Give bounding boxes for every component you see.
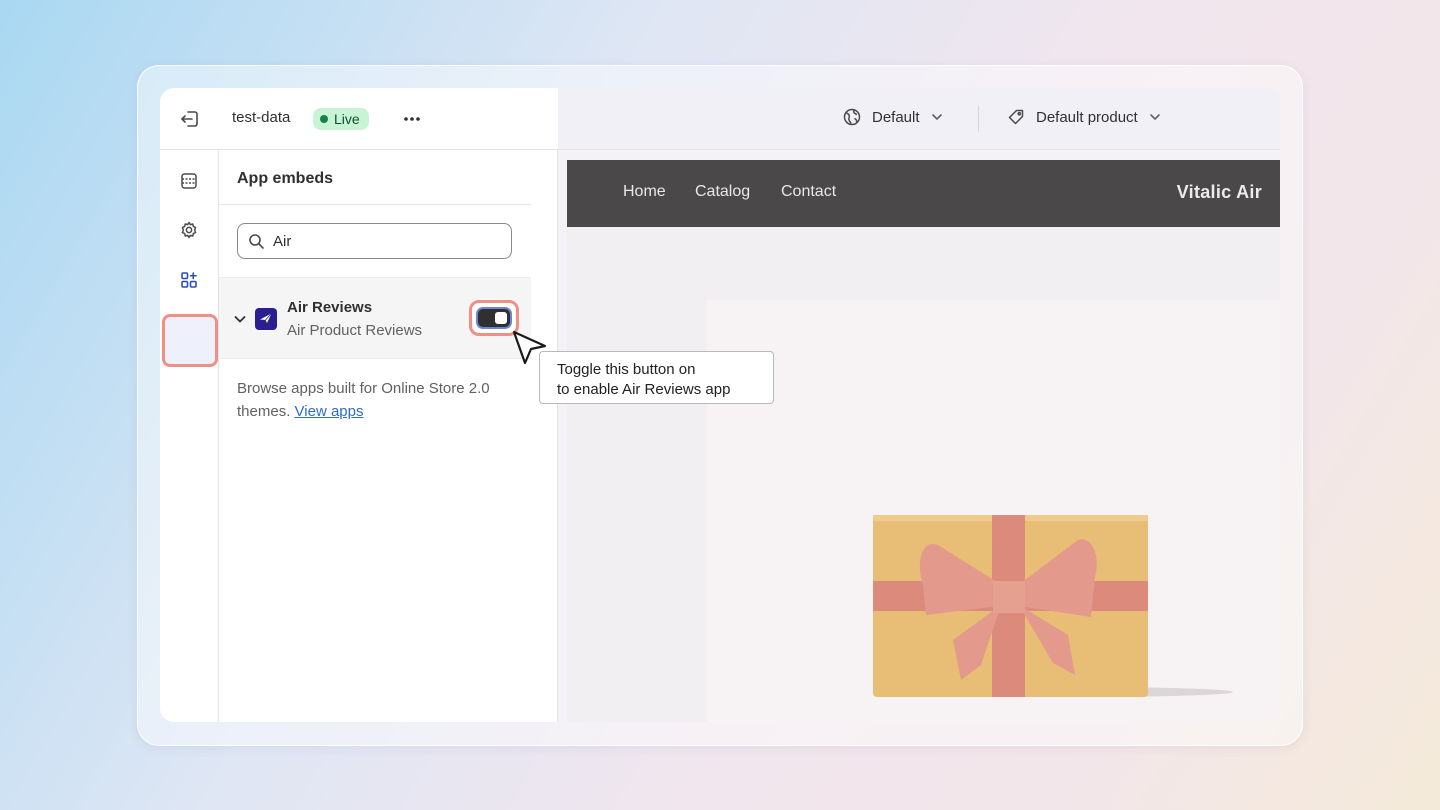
tooltip-line-2: to enable Air Reviews app bbox=[557, 381, 731, 398]
topbar-divider bbox=[978, 106, 979, 132]
app-embed-toggle[interactable] bbox=[476, 307, 512, 329]
live-dot-icon bbox=[320, 115, 328, 123]
product-selector[interactable]: Default product bbox=[1006, 107, 1162, 127]
panel-divider bbox=[219, 204, 531, 205]
mouse-cursor-icon bbox=[512, 330, 547, 365]
app-embeds-highlight bbox=[162, 314, 218, 367]
app-embed-row: Air Reviews Air Product Reviews bbox=[219, 277, 531, 359]
search-icon bbox=[249, 233, 264, 249]
nav-link-contact[interactable]: Contact bbox=[781, 183, 836, 201]
theme-settings-gear-icon[interactable] bbox=[175, 216, 203, 244]
view-apps-link[interactable]: View apps bbox=[295, 403, 364, 420]
toggle-knob bbox=[495, 312, 507, 324]
store-preview: Home Catalog Contact Vitalic Air bbox=[567, 160, 1280, 722]
tooltip-line-1: Toggle this button on bbox=[557, 361, 696, 378]
panel-title: App embeds bbox=[237, 170, 334, 187]
search-input[interactable] bbox=[273, 232, 493, 250]
exit-icon[interactable] bbox=[178, 107, 202, 131]
topbar-right: Default Default product bbox=[558, 88, 1280, 150]
store-name: test-data bbox=[232, 109, 291, 126]
expand-chevron-icon[interactable] bbox=[232, 311, 248, 327]
app-embeds-icon[interactable] bbox=[175, 266, 203, 294]
locale-label: Default bbox=[872, 108, 920, 126]
chevron-down-icon bbox=[931, 114, 942, 121]
locale-selector[interactable]: Default bbox=[842, 107, 944, 127]
topbar-left: test-data Live bbox=[160, 88, 558, 150]
app-embeds-panel: App embeds Air Reviews Air Product Revie… bbox=[219, 150, 613, 722]
nav-link-catalog[interactable]: Catalog bbox=[695, 183, 750, 201]
search-field[interactable] bbox=[237, 223, 512, 259]
product-label: Default product bbox=[1036, 108, 1138, 126]
storefront-header: Home Catalog Contact Vitalic Air bbox=[567, 160, 1280, 227]
app-name: Air Reviews bbox=[287, 299, 373, 316]
nav-link-home[interactable]: Home bbox=[623, 183, 666, 201]
sections-icon[interactable] bbox=[175, 167, 203, 195]
gift-box-image bbox=[873, 515, 1233, 697]
app-subtitle: Air Product Reviews bbox=[287, 322, 423, 339]
tag-icon bbox=[1008, 109, 1024, 125]
live-label: Live bbox=[334, 111, 360, 127]
live-status-badge: Live bbox=[313, 108, 369, 130]
panel-edge bbox=[557, 150, 558, 722]
chevron-down-icon bbox=[1149, 114, 1160, 121]
instruction-tooltip: Toggle this button on to enable Air Revi… bbox=[539, 351, 774, 404]
globe-icon bbox=[843, 108, 861, 126]
browse-apps-text: Browse apps built for Online Store 2.0 t… bbox=[237, 377, 527, 423]
air-reviews-logo-icon bbox=[255, 308, 277, 330]
sidebar-rail bbox=[160, 150, 219, 722]
theme-editor-window: test-data Live Default Default product A… bbox=[160, 88, 1280, 722]
store-brand: Vitalic Air bbox=[1176, 182, 1262, 202]
more-actions-icon[interactable] bbox=[400, 107, 424, 131]
